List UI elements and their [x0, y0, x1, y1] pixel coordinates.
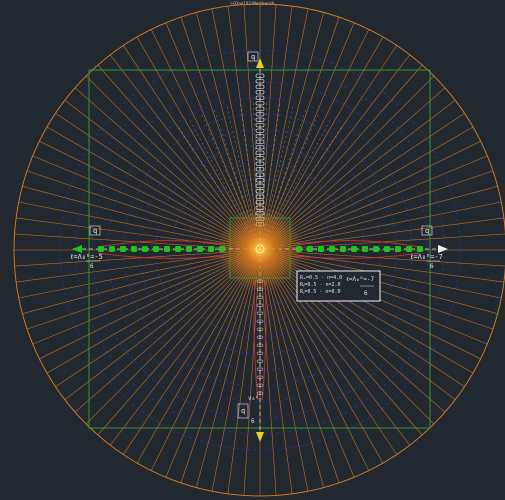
green-marker [351, 246, 357, 252]
green-marker [153, 246, 159, 252]
green-marker [362, 246, 368, 252]
green-marker [329, 246, 335, 252]
left-tag[interactable]: q [89, 225, 101, 236]
green-marker [197, 246, 203, 252]
legend-frac: 6 [364, 290, 368, 297]
bottom-tag-text: q [241, 407, 245, 415]
arrow-down-icon[interactable] [256, 432, 264, 442]
green-marker [131, 246, 137, 252]
left-equation: ℓ=Λ₀ᴰ=-5 [70, 253, 103, 261]
green-marker [175, 246, 181, 252]
top-tag-text: q [251, 53, 255, 61]
green-marker [318, 246, 324, 252]
green-marker [142, 246, 148, 252]
arrow-right-icon[interactable] [438, 245, 448, 253]
cad-viewport[interactable]: r-03ae102-Workbench q q q q ℓ=Λ₀ᴰ=-5 6 ℓ… [0, 0, 505, 500]
legend-row-3: Rᵧ=0.5 · n=0.0 [300, 289, 340, 295]
green-marker [120, 246, 126, 252]
green-marker [406, 246, 412, 252]
center-glow [218, 207, 302, 291]
bottom-v-label: v₀ᴰ [248, 395, 259, 402]
green-marker [208, 246, 214, 252]
legend-equation: ℓ=Λ₀ᴰ=-7 [346, 276, 375, 283]
green-marker [307, 246, 313, 252]
right-tag-text: q [425, 227, 429, 235]
left-tag-text: q [93, 227, 97, 235]
right-frac: 6 [430, 263, 434, 270]
bottom-frac: 6 [251, 418, 255, 425]
green-marker [395, 246, 401, 252]
legend-box[interactable]: Rₐ=0.5 · n=4.0 Rᵦ=0.5 · n=2.0 Rᵧ=0.5 · n… [296, 270, 381, 302]
top-tag[interactable]: q [247, 51, 259, 62]
left-frac: 6 [90, 263, 94, 270]
green-marker [98, 246, 104, 252]
green-marker [384, 246, 390, 252]
drawing-canvas[interactable]: q q q q ℓ=Λ₀ᴰ=-5 6 ℓ=Λ₀ᴰ=-7 6 v₀ᴰ 6 Rₐ=0… [0, 0, 505, 500]
arrow-left-icon[interactable] [72, 245, 82, 253]
green-marker [109, 246, 115, 252]
green-marker [186, 246, 192, 252]
green-marker [373, 246, 379, 252]
green-marker [417, 246, 423, 252]
right-equation: ℓ=Λ₀ᴰ=-7 [410, 253, 443, 261]
green-marker [164, 246, 170, 252]
legend-row-2: Rᵦ=0.5 · n=2.0 [300, 282, 341, 288]
arrow-up-icon[interactable] [256, 58, 264, 68]
green-marker [340, 246, 346, 252]
legend-row-1: Rₐ=0.5 · n=4.0 [300, 275, 342, 281]
